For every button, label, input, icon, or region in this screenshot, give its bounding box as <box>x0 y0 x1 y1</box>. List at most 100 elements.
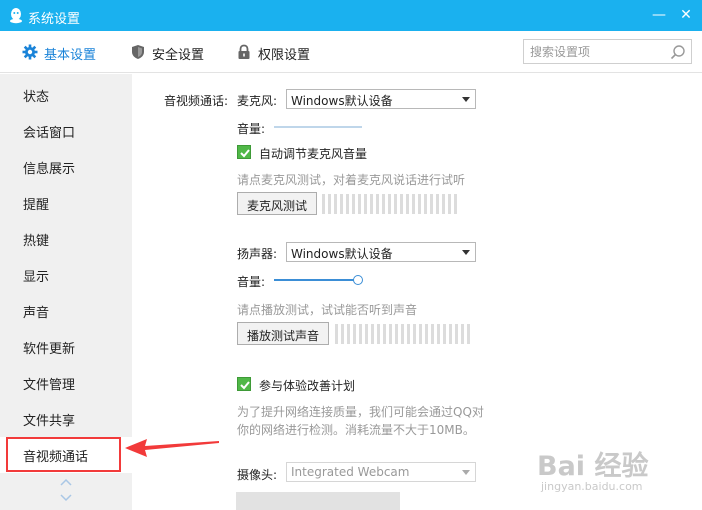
speaker-test-button-label: 播放测试声音 <box>246 329 319 343</box>
minimize-button[interactable]: — <box>650 6 668 24</box>
settings-search[interactable] <box>523 39 692 64</box>
sidebar-item-label: 文件管理 <box>23 378 76 393</box>
sidebar-item-label: 显示 <box>23 270 50 285</box>
chevron-down-icon[interactable] <box>58 492 74 504</box>
sidebar-item-display[interactable]: 显示 <box>0 257 132 293</box>
sidebar-item-chat-window[interactable]: 会话窗口 <box>0 113 132 149</box>
meter-bar <box>365 324 368 344</box>
sidebar-item-hotkeys[interactable]: 热键 <box>0 221 132 257</box>
mic-test-button-label: 麦克风测试 <box>246 199 307 213</box>
sidebar-item-reminder[interactable]: 提醒 <box>0 185 132 221</box>
sidebar-item-label: 声音 <box>23 306 50 321</box>
meter-bar <box>322 194 325 214</box>
meter-bar <box>437 324 440 344</box>
tab-security-settings[interactable]: 安全设置 <box>130 43 220 63</box>
meter-bar <box>431 324 434 344</box>
meter-bar <box>359 324 362 344</box>
speaker-device-value: Windows默认设备 <box>291 247 393 261</box>
meter-bar <box>389 324 392 344</box>
meter-bar <box>425 324 428 344</box>
meter-bar <box>407 324 410 344</box>
watermark-logo: Bai 经验 <box>537 451 649 482</box>
meter-bar <box>461 324 464 344</box>
speaker-volume-fill <box>274 279 358 281</box>
camera-device-select[interactable]: Integrated Webcam <box>286 462 476 482</box>
check-icon <box>240 381 250 390</box>
annotation-arrow <box>125 439 219 457</box>
meter-bar <box>406 194 409 214</box>
shield-icon <box>132 45 144 59</box>
mic-device-select[interactable]: Windows默认设备 <box>286 89 476 109</box>
content-scrollbar[interactable] <box>694 74 702 510</box>
meter-bar <box>442 194 445 214</box>
meter-bar <box>371 324 374 344</box>
meter-bar <box>388 194 391 214</box>
search-icon[interactable] <box>670 44 686 60</box>
baidu-jingyan-watermark: Bai 经验 jingyan.baidu.com <box>537 442 667 493</box>
chevron-up-icon[interactable] <box>58 476 74 488</box>
watermark-url: jingyan.baidu.com <box>541 480 643 493</box>
meter-bar <box>358 194 361 214</box>
dropdown-arrow-icon <box>462 97 470 102</box>
speaker-volume-slider[interactable] <box>353 275 363 285</box>
speaker-test-button[interactable]: 播放测试声音 <box>237 322 329 345</box>
tab-label: 权限设置 <box>258 48 311 63</box>
experience-program-checkbox[interactable] <box>237 377 251 391</box>
sidebar-item-sound[interactable]: 声音 <box>0 293 132 329</box>
tab-basic-settings[interactable]: 基本设置 <box>22 43 112 63</box>
speaker-device-select[interactable]: Windows默认设备 <box>286 242 476 262</box>
sidebar-item-status[interactable]: 状态 <box>0 77 132 113</box>
tab-label: 基本设置 <box>44 48 97 63</box>
meter-bar <box>347 324 350 344</box>
gear-icon <box>22 44 38 60</box>
meter-bar <box>382 194 385 214</box>
meter-bar <box>419 324 422 344</box>
experience-program-label: 参与体验改善计划 <box>259 379 356 393</box>
sidebar-item-label: 信息展示 <box>23 162 76 177</box>
auto-adjust-mic-checkbox[interactable] <box>237 145 251 159</box>
speaker-test-hint: 请点播放测试，试试能否听到声音 <box>237 303 418 317</box>
sidebar-item-label: 会话窗口 <box>23 126 76 141</box>
meter-bar <box>401 324 404 344</box>
search-input[interactable] <box>530 43 665 60</box>
close-button[interactable]: ✕ <box>677 6 695 24</box>
sidebar-item-info-display[interactable]: 信息展示 <box>0 149 132 185</box>
meter-bar <box>430 194 433 214</box>
meter-bar <box>443 324 446 344</box>
meter-bar <box>383 324 386 344</box>
mic-test-hint: 请点麦克风测试，对着麦克风说话进行试听 <box>237 173 466 187</box>
highlight-box <box>6 437 121 472</box>
auto-adjust-mic-label: 自动调节麦克风音量 <box>259 147 368 161</box>
sidebar-item-software-update[interactable]: 软件更新 <box>0 329 132 365</box>
meter-bar <box>364 194 367 214</box>
meter-bar <box>328 194 331 214</box>
dropdown-arrow-icon <box>462 470 470 475</box>
tab-permission-settings[interactable]: 权限设置 <box>236 43 326 63</box>
meter-bar <box>376 194 379 214</box>
meter-bar <box>424 194 427 214</box>
meter-bar <box>395 324 398 344</box>
camera-label: 摄像头: <box>237 468 278 482</box>
sidebar-item-label: 软件更新 <box>23 342 76 357</box>
mic-volume-slider[interactable] <box>274 126 362 128</box>
mic-device-value: Windows默认设备 <box>291 94 393 108</box>
camera-preview <box>236 492 400 510</box>
meter-bar <box>400 194 403 214</box>
qq-logo-icon <box>10 8 22 24</box>
meter-bar <box>455 324 458 344</box>
speaker-volume-label: 音量: <box>237 275 266 289</box>
experience-desc-line2: 你的网络进行检测。消耗流量不大于10MB。 <box>237 423 475 437</box>
meter-bar <box>377 324 380 344</box>
sidebar-item-file-sharing[interactable]: 文件共享 <box>0 401 132 437</box>
meter-bar <box>370 194 373 214</box>
mic-test-button[interactable]: 麦克风测试 <box>237 192 317 215</box>
meter-bar <box>418 194 421 214</box>
window-title: 系统设置 <box>28 12 81 27</box>
mic-label: 麦克风: <box>237 94 278 108</box>
sidebar-item-file-management[interactable]: 文件管理 <box>0 365 132 401</box>
title-bar: 系统设置 — ✕ <box>0 0 702 31</box>
speaker-label: 扬声器: <box>237 247 278 261</box>
meter-bar <box>412 194 415 214</box>
sidebar-item-label: 状态 <box>23 90 50 105</box>
meter-bar <box>334 194 337 214</box>
